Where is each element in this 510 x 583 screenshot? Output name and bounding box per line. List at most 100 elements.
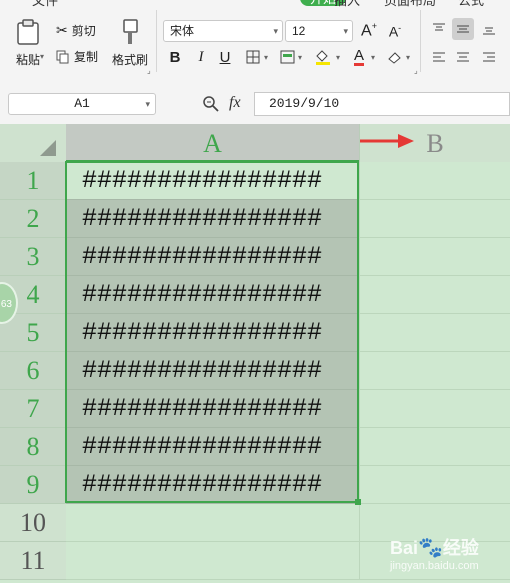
format-painter-button[interactable]: 格式刷	[108, 18, 152, 68]
cell-b8[interactable]	[359, 428, 510, 466]
fill-handle[interactable]	[355, 499, 361, 505]
zoom-icon[interactable]	[202, 95, 220, 113]
increase-font-icon: A+	[361, 21, 377, 40]
row-header-10[interactable]: 10	[0, 504, 66, 542]
cell-a8[interactable]: ################	[66, 428, 359, 466]
align-bottom-button[interactable]	[478, 18, 500, 40]
font-color-button[interactable]: A	[348, 46, 370, 68]
column-header-a[interactable]: A	[66, 124, 359, 162]
format-painter-icon	[123, 19, 138, 44]
font-name-select[interactable]: 宋体 ▾	[163, 20, 283, 42]
paste-dropdown-arrow[interactable]: ▾	[40, 52, 44, 61]
align-right-icon	[483, 52, 495, 62]
cell-b6[interactable]	[359, 352, 510, 390]
bold-icon: B	[169, 48, 181, 66]
cell-a10[interactable]	[66, 504, 359, 542]
bold-button[interactable]: B	[164, 46, 186, 68]
decrease-font-icon: A-	[388, 22, 402, 40]
font-group-launcher[interactable]: ⌟	[414, 66, 418, 75]
watermark: Bai🐾经验 jingyan.baidu.com	[390, 534, 479, 572]
tab-insert[interactable]: 插入	[334, 0, 360, 9]
cell-a5[interactable]: ################	[66, 314, 359, 352]
cell-b5[interactable]	[359, 314, 510, 352]
ribbon-separator	[420, 10, 421, 72]
row-header-7[interactable]: 7	[0, 390, 66, 428]
cell-style-icon	[280, 50, 294, 64]
align-left-button[interactable]	[428, 46, 450, 68]
paw-icon: 🐾	[418, 537, 443, 559]
select-all-corner[interactable]	[0, 124, 66, 162]
italic-button[interactable]: I	[190, 46, 212, 68]
format-painter-label: 格式刷	[111, 53, 148, 67]
cell-a2[interactable]: ################	[66, 200, 359, 238]
decrease-font-button[interactable]: A-	[384, 20, 406, 42]
align-center-button[interactable]	[452, 46, 474, 68]
cell-style-dropdown-arrow[interactable]: ▾	[298, 53, 302, 62]
tab-page-layout[interactable]: 页面布局	[384, 0, 436, 9]
align-center-icon	[457, 52, 469, 62]
ribbon: 文件 开始 插入 页面布局 公式 粘贴 ▾ ✂ 剪切 复制 格式刷 ⌟	[0, 0, 510, 81]
borders-button[interactable]	[242, 46, 264, 68]
fill-color-dropdown-arrow[interactable]: ▾	[336, 53, 340, 62]
row-header-6[interactable]: 6	[0, 352, 66, 390]
copy-label: 复制	[74, 50, 99, 64]
clear-format-button[interactable]	[384, 46, 406, 68]
row-header-3[interactable]: 3	[0, 238, 66, 276]
row-header-11[interactable]: 11	[0, 542, 66, 580]
ribbon-tabs: 文件 开始 插入 页面布局 公式	[0, 0, 510, 9]
borders-dropdown-arrow[interactable]: ▾	[264, 53, 268, 62]
cut-label: 剪切	[71, 24, 96, 38]
copy-icon	[56, 50, 69, 63]
formula-bar: A1 ▾ fx 2019/9/10	[0, 80, 510, 124]
borders-icon	[246, 50, 260, 64]
clear-format-dropdown-arrow[interactable]: ▾	[406, 53, 410, 62]
row-header-2[interactable]: 2	[0, 200, 66, 238]
cell-a3[interactable]: ################	[66, 238, 359, 276]
cell-b3[interactable]	[359, 238, 510, 276]
cell-b9[interactable]	[359, 466, 510, 504]
underline-button[interactable]: U	[214, 46, 236, 68]
cell-a1[interactable]: ################	[66, 162, 359, 200]
scissors-icon: ✂	[56, 22, 68, 38]
cell-b1[interactable]	[359, 162, 510, 200]
cell-b2[interactable]	[359, 200, 510, 238]
italic-icon: I	[198, 48, 204, 65]
cell-style-button[interactable]	[276, 46, 298, 68]
font-size-select[interactable]: 12 ▾	[285, 20, 353, 42]
align-top-icon	[433, 23, 445, 31]
cell-b4[interactable]	[359, 276, 510, 314]
align-middle-button[interactable]	[452, 18, 474, 40]
watermark-brand: Bai	[390, 538, 419, 558]
align-bottom-icon	[483, 27, 495, 35]
cell-a9[interactable]: ################	[66, 466, 359, 504]
insert-function-button[interactable]: fx	[229, 94, 241, 112]
chevron-down-icon: ▾	[273, 26, 278, 36]
row-header-8[interactable]: 8	[0, 428, 66, 466]
align-left-icon	[433, 52, 445, 62]
clipboard-group-launcher[interactable]: ⌟	[147, 66, 151, 75]
cell-a4[interactable]: ################	[66, 276, 359, 314]
font-color-dropdown-arrow[interactable]: ▾	[371, 53, 375, 62]
copy-button[interactable]: 复制	[56, 48, 98, 65]
paint-bucket-icon	[316, 50, 330, 65]
row-header-9[interactable]: 9	[0, 466, 66, 504]
annotation-arrow	[360, 134, 414, 148]
align-top-button[interactable]	[428, 18, 450, 40]
tab-formulas[interactable]: 公式	[458, 0, 484, 9]
row-header-1[interactable]: 1	[0, 162, 66, 200]
fill-color-button[interactable]	[312, 46, 334, 68]
chevron-down-icon: ▾	[145, 99, 150, 109]
underline-icon: U	[219, 48, 231, 66]
cell-b7[interactable]	[359, 390, 510, 428]
tab-file[interactable]: 文件	[32, 0, 58, 9]
name-box[interactable]: A1 ▾	[8, 93, 156, 115]
font-name-value: 宋体	[170, 24, 195, 38]
align-right-button[interactable]	[478, 46, 500, 68]
paste-icon	[17, 19, 39, 45]
cell-a7[interactable]: ################	[66, 390, 359, 428]
increase-font-button[interactable]: A+	[358, 20, 380, 42]
formula-input[interactable]: 2019/9/10	[254, 92, 510, 116]
cell-a6[interactable]: ################	[66, 352, 359, 390]
cell-a11[interactable]	[66, 542, 359, 580]
cut-button[interactable]: ✂ 剪切	[56, 22, 96, 39]
